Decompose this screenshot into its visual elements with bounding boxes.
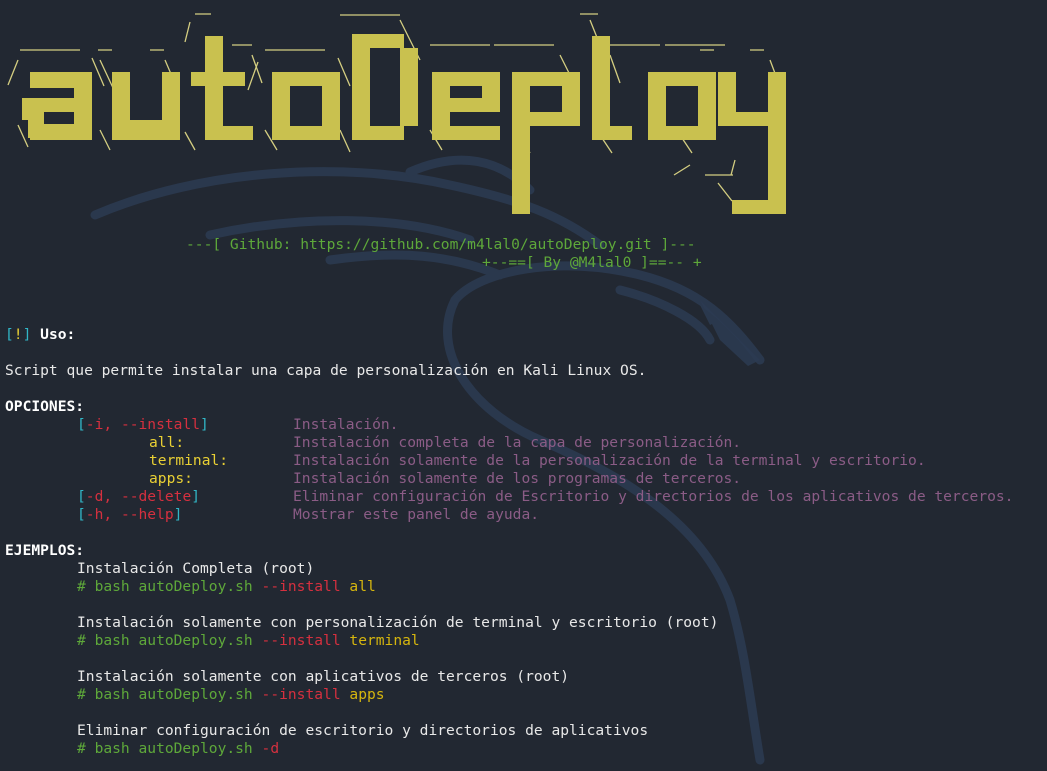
command-text: # bash autoDeploy.sh: [77, 686, 253, 703]
help-flag: -h, --help: [85, 506, 174, 523]
option-install: [-i, --install]: [77, 416, 209, 434]
bracket-open: [: [5, 326, 14, 343]
option-apps-description: Instalación solamente de los programas d…: [293, 470, 742, 487]
example-command[interactable]: # bash autoDeploy.sh --install terminal: [77, 632, 420, 650]
command-flag: --install: [261, 686, 341, 703]
option-all-description: Instalación completa de la capa de perso…: [293, 434, 742, 451]
example-title: Instalación solamente con aplicativos de…: [77, 668, 570, 685]
help-description: Mostrar este panel de ayuda.: [293, 506, 540, 523]
command-text: # bash autoDeploy.sh: [77, 578, 253, 595]
install-description: Instalación.: [293, 416, 399, 433]
command-text: # bash autoDeploy.sh: [77, 632, 253, 649]
option-help: [-h, --help]: [77, 506, 182, 524]
author-line: +--==[ By @M4lal0 ]==-- +: [482, 254, 702, 271]
autodeploy-ascii-banner: [7, 13, 786, 214]
example-title: Instalación Completa (root): [77, 560, 315, 577]
option-all-label: all:: [149, 434, 185, 451]
github-link-line[interactable]: ---[ Github: https://github.com/m4lal0/a…: [186, 236, 696, 254]
command-flag: --install: [261, 578, 341, 595]
flag-bracket-open: [: [77, 506, 86, 523]
flag-bracket-close: ]: [173, 506, 183, 523]
example-title: Instalación solamente con personalizació…: [77, 614, 719, 631]
command-text: # bash autoDeploy.sh: [77, 740, 253, 757]
command-arg: terminal: [349, 632, 420, 649]
option-terminal-label: terminal:: [149, 452, 229, 469]
command-flag: --install: [261, 632, 341, 649]
install-flag: -i, --install: [85, 416, 201, 433]
option-terminal-description: Instalación solamente de la personalizac…: [293, 452, 926, 469]
examples-heading: EJEMPLOS:: [5, 542, 85, 559]
delete-description: Eliminar configuración de Escritorio y d…: [293, 488, 1014, 505]
example-command[interactable]: # bash autoDeploy.sh --install all: [77, 578, 376, 596]
command-arg: apps: [349, 686, 385, 703]
flag-bracket-close: ]: [191, 488, 201, 505]
flag-bracket-open: [: [77, 416, 86, 433]
option-delete: [-d, --delete]: [77, 488, 200, 506]
usage-description: Script que permite instalar una capa de …: [5, 362, 647, 379]
example-command[interactable]: # bash autoDeploy.sh --install apps: [77, 686, 385, 704]
option-apps-label: apps:: [149, 470, 193, 487]
warning-icon: !: [13, 326, 23, 343]
example-title: Eliminar configuración de escritorio y d…: [77, 722, 649, 739]
command-arg: all: [349, 578, 376, 595]
flag-bracket-close: ]: [200, 416, 209, 433]
example-command[interactable]: # bash autoDeploy.sh -d: [77, 740, 279, 758]
usage-heading: [!] Uso:: [5, 326, 75, 344]
usage-label: Uso:: [31, 326, 76, 343]
delete-flag: -d, --delete: [85, 488, 192, 505]
options-heading: OPCIONES:: [5, 398, 85, 415]
command-flag: -d: [261, 740, 280, 757]
flag-bracket-open: [: [77, 488, 86, 505]
